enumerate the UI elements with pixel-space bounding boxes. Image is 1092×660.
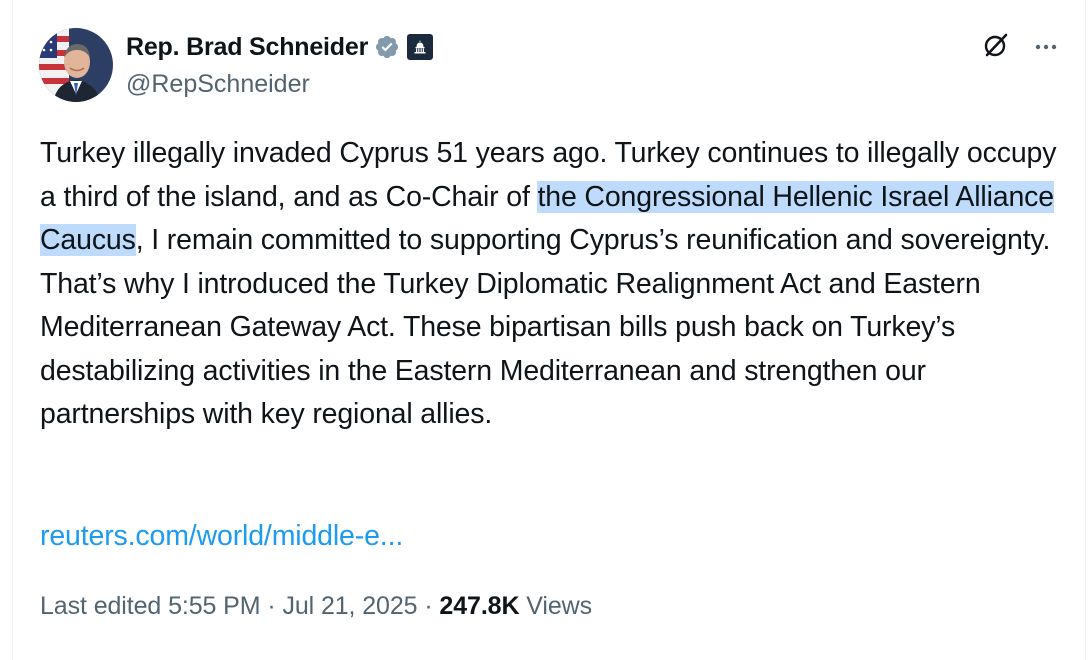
grok-icon[interactable] [981,30,1011,60]
views-label: Views [526,592,593,620]
edited-label[interactable]: Last edited [40,592,161,620]
meta-separator-2: · [424,592,433,620]
tweet-meta: Last edited 5:55 PM · Jul 21, 2025 · 247… [40,592,592,621]
meta-separator: · [267,592,276,620]
more-options-icon[interactable] [1031,32,1061,62]
tweet-time[interactable]: 5:55 PM [168,592,261,620]
avatar-image [39,28,113,102]
tweet-card: Rep. Brad Schneider @RepSchneider Turkey… [12,0,1086,660]
author-handle[interactable]: @RepSchneider [126,70,433,99]
tweet-text-after: , I remain committed to supporting Cypru… [40,224,1051,430]
author-block: Rep. Brad Schneider @RepSchneider [126,30,434,99]
tweet-date[interactable]: Jul 21, 2025 [282,592,417,620]
verified-badge-icon[interactable] [374,34,400,60]
avatar[interactable] [39,28,113,102]
views-count[interactable]: 247.8K [439,592,519,620]
government-badge-icon[interactable] [407,34,434,60]
capitol-icon [414,40,426,54]
author-name[interactable]: Rep. Brad Schneider [126,33,368,62]
tweet-text: Turkey illegally invaded Cyprus 51 years… [40,132,1060,437]
tweet-link[interactable]: reuters.com/world/middle-e... [40,520,403,553]
